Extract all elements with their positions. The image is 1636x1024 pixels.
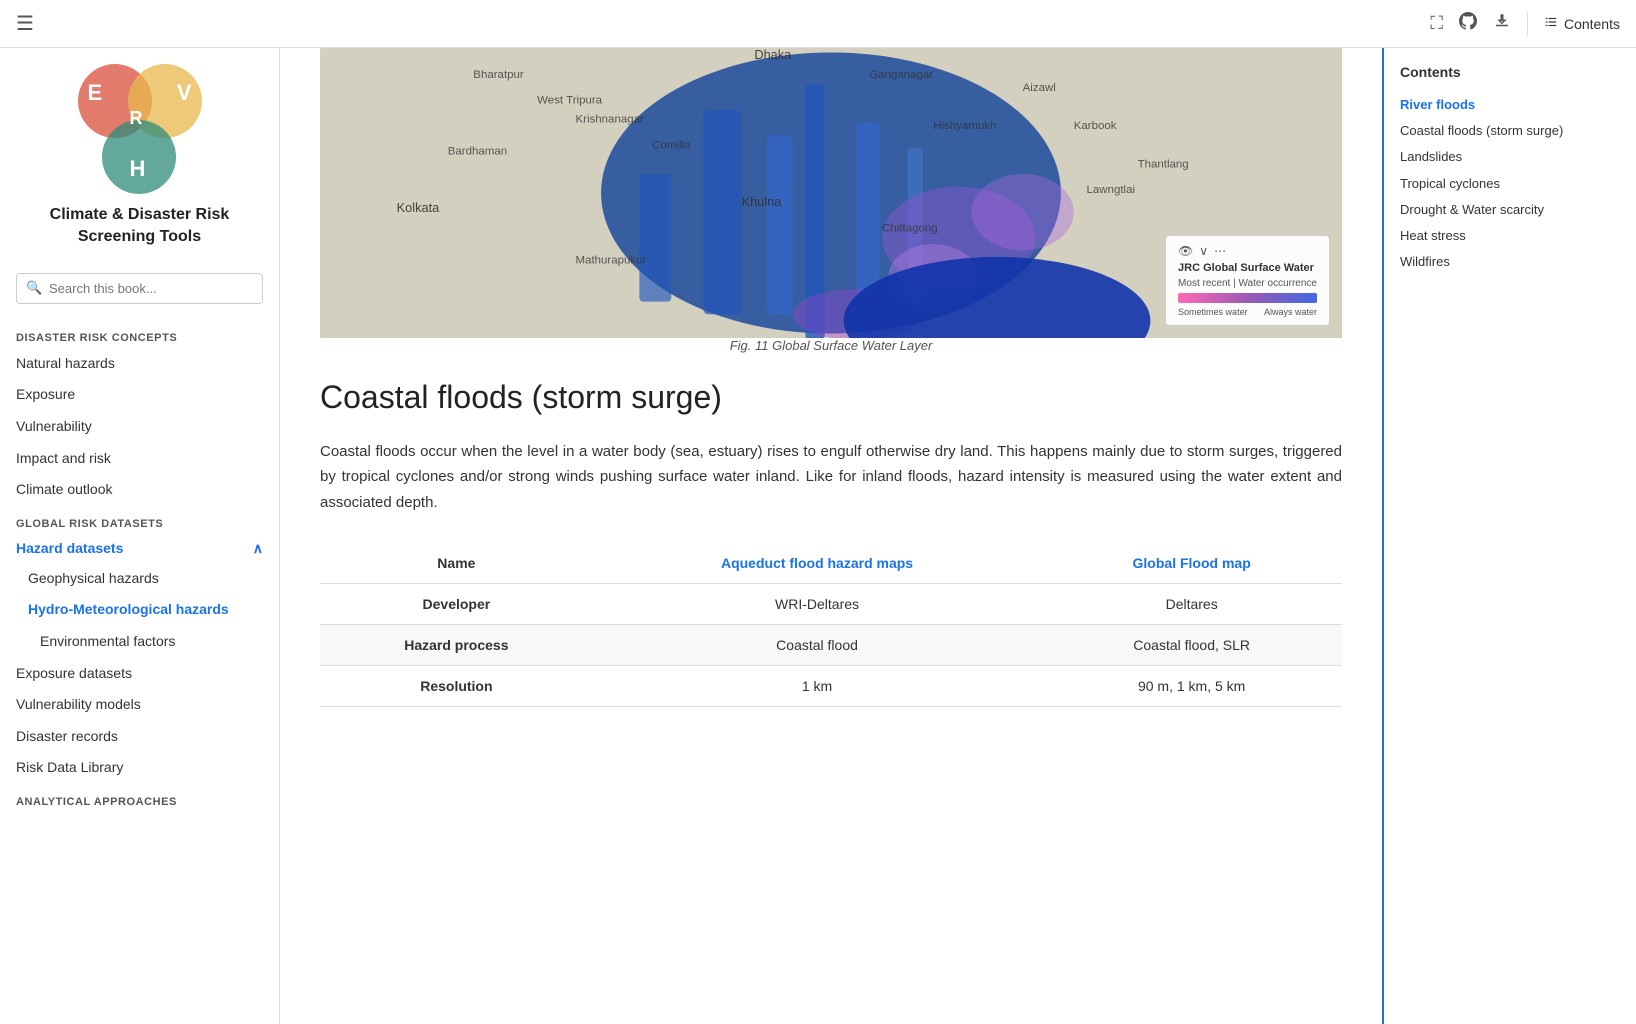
svg-text:Dhaka: Dhaka [754,48,792,62]
hamburger-icon[interactable]: ☰ [16,11,34,36]
svg-text:Comilla: Comilla [652,139,691,151]
search-box[interactable]: 🔍 [16,273,263,304]
svg-text:Mathurapukur: Mathurapukur [576,254,647,266]
toc-item-river-floods[interactable]: River floods [1400,92,1620,118]
svg-text:Thantlang: Thantlang [1138,158,1189,170]
row-col2-developer: Deltares [1041,584,1342,625]
letter-e: E [88,80,103,106]
sidebar-item-risk-data-library[interactable]: Risk Data Library [0,752,279,784]
legend-icon2: ∨ [1199,244,1208,258]
sidebar-item-geophysical[interactable]: Geophysical hazards [0,563,279,595]
right-toc: Contents River floods Coastal floods (st… [1382,48,1636,1024]
section-body: Coastal floods occur when the level in a… [320,439,1342,516]
toc-item-landslides[interactable]: Landslides [1400,144,1620,170]
sidebar-item-hydro-met[interactable]: Hydro-Meteorological hazards [0,594,279,626]
svg-text:Ganganagar: Ganganagar [869,69,933,81]
sidebar-item-environmental[interactable]: Environmental factors [0,626,279,658]
table-row-resolution: Resolution 1 km 90 m, 1 km, 5 km [320,666,1342,707]
toc-item-tropical-cyclones[interactable]: Tropical cyclones [1400,171,1620,197]
main-layout: E V R H Climate & Disaster Risk Screenin… [0,48,1636,1024]
letter-v: V [177,80,192,106]
table-header-name: Name [320,543,593,584]
topbar-right: ⛶ Contents [1430,12,1620,36]
svg-text:Karbook: Karbook [1074,120,1117,132]
sidebar-item-exposure-datasets[interactable]: Exposure datasets [0,658,279,690]
sidebar-item-natural-hazards[interactable]: Natural hazards [0,348,279,380]
table-row-developer: Developer WRI-Deltares Deltares [320,584,1342,625]
list-icon [1544,15,1558,32]
toc-item-drought[interactable]: Drought & Water scarcity [1400,197,1620,223]
svg-text:Hishyamukh: Hishyamukh [933,120,996,132]
sidebar-item-climate-outlook[interactable]: Climate outlook [0,474,279,506]
toc-item-heat-stress[interactable]: Heat stress [1400,223,1620,249]
map-legend: 👁 ∨ ⋯ JRC Global Surface Water Most rece… [1165,235,1330,326]
section-title: Coastal floods (storm surge) [320,377,1342,419]
row-label-developer: Developer [320,584,593,625]
svg-text:Krishnanagar: Krishnanagar [576,114,644,126]
sidebar-item-vulnerability[interactable]: Vulnerability [0,411,279,443]
section-global-risk-label: Global Risk Datasets [0,506,279,534]
legend-labels: Sometimes water Always water [1178,307,1317,317]
row-label-resolution: Resolution [320,666,593,707]
svg-text:Chittagong: Chittagong [882,222,938,234]
toc-item-coastal-floods[interactable]: Coastal floods (storm surge) [1400,118,1620,144]
legend-label-left: Sometimes water [1178,307,1248,317]
row-col1-hazard: Coastal flood [593,625,1042,666]
row-col1-resolution: 1 km [593,666,1042,707]
app-title: Climate & Disaster Risk Screening Tools [50,204,230,249]
logo-venn: E V R H [70,64,210,194]
logo-area: E V R H Climate & Disaster Risk Screenin… [0,64,279,265]
legend-icons: 👁 ∨ ⋯ [1178,244,1317,258]
toc-item-wildfires[interactable]: Wildfires [1400,249,1620,275]
svg-text:Lawngtlai: Lawngtlai [1087,184,1136,196]
legend-icon1: 👁 [1178,244,1193,258]
map-container: Bharatpur West Tripura Dhaka Ganganagar … [320,48,1342,353]
topbar-divider [1527,12,1528,36]
letter-h: H [130,156,146,182]
legend-title: JRC Global Surface Water [1178,262,1317,274]
search-icon: 🔍 [26,280,42,296]
section-disaster-risk-label: Disaster Risk Concepts [0,320,279,348]
svg-text:Bharatpur: Bharatpur [473,69,524,81]
row-col2-resolution: 90 m, 1 km, 5 km [1041,666,1342,707]
fig-caption: Fig. 11 Global Surface Water Layer [320,338,1342,353]
letter-r: R [130,108,143,129]
table-row-hazard: Hazard process Coastal flood Coastal flo… [320,625,1342,666]
row-col2-hazard: Coastal flood, SLR [1041,625,1342,666]
sidebar-item-exposure[interactable]: Exposure [0,379,279,411]
table-header-col1[interactable]: Aqueduct flood hazard maps [593,543,1042,584]
collapse-icon: ∧ [253,540,263,557]
svg-text:Aizawl: Aizawl [1023,82,1056,94]
map-image: Bharatpur West Tripura Dhaka Ganganagar … [320,48,1342,338]
svg-text:West Tripura: West Tripura [537,95,602,107]
left-sidebar: E V R H Climate & Disaster Risk Screenin… [0,48,280,1024]
svg-text:Kolkata: Kolkata [397,200,440,215]
svg-text:Bardhaman: Bardhaman [448,146,507,158]
sidebar-item-impact-risk[interactable]: Impact and risk [0,443,279,475]
github-icon[interactable] [1459,12,1477,35]
contents-label: Contents [1564,16,1620,32]
sidebar-item-disaster-records[interactable]: Disaster records [0,721,279,753]
search-input[interactable] [16,273,263,304]
fullscreen-icon[interactable]: ⛶ [1430,13,1443,34]
legend-bar [1178,293,1317,303]
legend-subtitle1: Most recent | Water occurrence [1178,278,1317,289]
section-analytical-label: Analytical Approaches [0,784,279,812]
row-col1-developer: WRI-Deltares [593,584,1042,625]
row-label-hazard: Hazard process [320,625,593,666]
contents-button[interactable]: Contents [1544,15,1620,32]
comparison-table: Name Aqueduct flood hazard maps Global F… [320,543,1342,707]
table-header-col2[interactable]: Global Flood map [1041,543,1342,584]
content-area: Bharatpur West Tripura Dhaka Ganganagar … [280,48,1382,1024]
download-icon[interactable] [1493,12,1511,35]
topbar: ☰ ⛶ Contents [0,0,1636,48]
toc-title: Contents [1400,64,1620,80]
legend-label-right: Always water [1264,307,1317,317]
sidebar-item-vulnerability-models[interactable]: Vulnerability models [0,689,279,721]
topbar-left: ☰ [16,11,34,36]
hazard-datasets-label: Hazard datasets [16,540,123,556]
hazard-datasets-row[interactable]: Hazard datasets ∧ [0,534,279,563]
legend-icon3: ⋯ [1214,244,1226,258]
svg-text:Khulna: Khulna [742,194,783,209]
